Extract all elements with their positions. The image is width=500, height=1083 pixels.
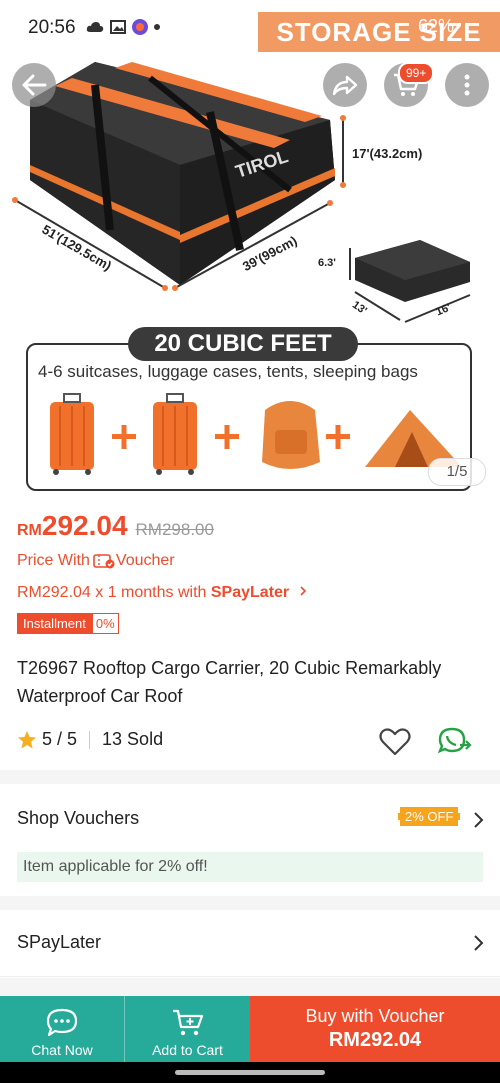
heart-icon[interactable] xyxy=(379,728,411,756)
product-title: T26967 Rooftop Cargo Carrier, 20 Cubic R… xyxy=(17,658,442,706)
shop-vouchers-label: Shop Vouchers xyxy=(17,808,140,828)
installment-tag-row: Installment 0% xyxy=(17,613,119,634)
sold-count: 13 Sold xyxy=(102,729,164,749)
more-vertical-icon xyxy=(464,74,470,96)
installment-text: RM292.04 x 1 months with xyxy=(17,584,211,601)
whatsapp-share-icon[interactable] xyxy=(438,727,472,757)
storage-size-banner: STORAGE SIZE xyxy=(258,12,500,52)
rating-value: 5 / 5 xyxy=(42,729,78,749)
cloud-icon xyxy=(86,22,104,32)
capacity-items-illustration xyxy=(50,393,462,475)
original-price: RM298.00 xyxy=(135,520,214,539)
status-notification-icons xyxy=(86,19,160,35)
status-bar: 20:56 STORAGE SIZE 62% xyxy=(0,0,500,56)
buy-with-voucher-price: RM292.04 xyxy=(328,1029,422,1051)
status-time: 20:56 xyxy=(28,17,76,38)
dimension-folded-height: 6.3' xyxy=(318,257,336,269)
buy-with-voucher-button[interactable]: Buy with Voucher RM292.04 xyxy=(250,996,500,1062)
section-divider xyxy=(0,770,500,784)
dot-icon xyxy=(154,24,160,30)
chevron-right-icon xyxy=(474,812,484,828)
arrow-left-icon xyxy=(22,74,47,96)
voucher-icon xyxy=(93,554,115,569)
add-cart-icon xyxy=(172,1009,203,1036)
voucher-prefix: Price With xyxy=(17,552,90,569)
bottom-action-bar: Chat Now Add to Cart Buy with Voucher RM… xyxy=(0,996,500,1062)
spaylater-installment-link[interactable]: RM292.04 x 1 months with SPayLater xyxy=(17,584,308,602)
section-divider xyxy=(0,896,500,910)
back-button[interactable] xyxy=(12,63,56,107)
add-to-cart-button[interactable]: Add to Cart xyxy=(124,996,250,1062)
share-icon xyxy=(332,75,358,96)
chat-now-label: Chat Now xyxy=(31,1042,93,1058)
gallery-icon xyxy=(110,20,126,34)
section-divider xyxy=(0,978,500,996)
installment-tag: Installment xyxy=(17,613,92,634)
chat-now-button[interactable]: Chat Now xyxy=(0,996,124,1062)
capacity-title: 20 CUBIC FEET xyxy=(128,327,358,361)
chevron-right-icon xyxy=(300,586,306,596)
price-currency: RM xyxy=(17,522,42,539)
price-value: 292.04 xyxy=(41,510,128,541)
dimension-height: 17'(43.2cm) xyxy=(352,146,423,161)
app-notification-icon xyxy=(132,19,148,35)
more-options-button[interactable] xyxy=(445,63,489,107)
spaylater-row[interactable]: SPayLater xyxy=(0,912,500,977)
chat-bubble-icon xyxy=(46,1008,78,1037)
home-gesture-handle[interactable] xyxy=(175,1070,325,1075)
share-button[interactable] xyxy=(323,63,367,107)
rating-divider xyxy=(89,730,91,749)
voucher-word: Voucher xyxy=(115,552,175,569)
capacity-subtitle: 4-6 suitcases, luggage cases, tents, sle… xyxy=(38,362,418,381)
price-row: RM 292.04 RM298.00 xyxy=(17,510,214,542)
rating-row[interactable]: 5 / 5 13 Sold xyxy=(17,729,163,750)
spaylater-label: SPayLater xyxy=(17,932,102,952)
navigation-gesture-bar xyxy=(0,1062,500,1083)
installment-rate: 0% xyxy=(91,613,119,634)
add-to-cart-label: Add to Cart xyxy=(152,1042,223,1058)
price-with-voucher[interactable]: Price With Voucher xyxy=(17,552,175,570)
shop-voucher-badge: 2% OFF xyxy=(398,807,461,826)
buy-with-voucher-label: Buy with Voucher xyxy=(305,1006,445,1026)
chevron-right-icon xyxy=(474,935,484,951)
installment-brand: SPayLater xyxy=(210,584,290,601)
star-icon xyxy=(18,730,36,748)
image-counter: 1/5 xyxy=(428,458,486,486)
applicable-note: Item applicable for 2% off! xyxy=(17,852,483,882)
battery-level: 62% xyxy=(418,16,455,36)
cart-count-badge: 99+ xyxy=(398,62,435,84)
